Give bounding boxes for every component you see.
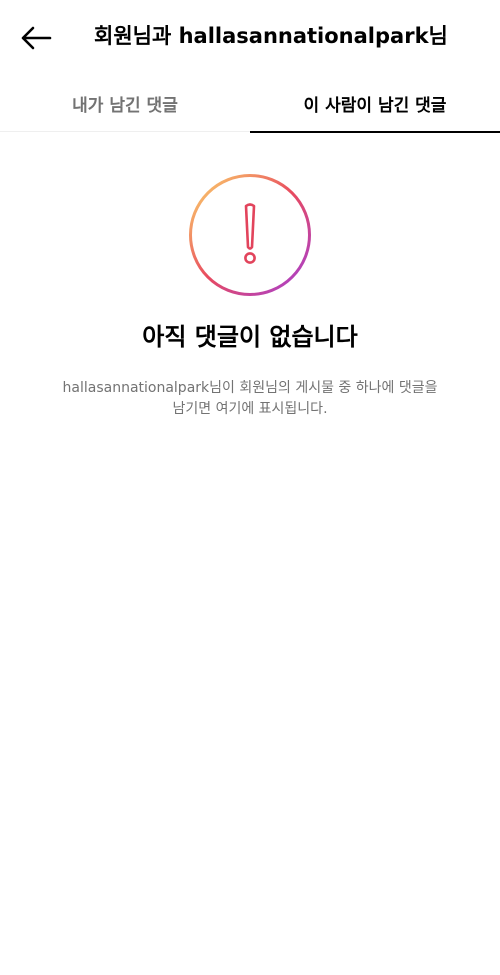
arrow-left-icon: [21, 26, 52, 50]
header: 회원님과 hallasannationalpark님: [0, 0, 500, 74]
tab-bar: 내가 남긴 댓글 이 사람이 남긴 댓글: [0, 74, 500, 133]
comments-screen: 회원님과 hallasannationalpark님 내가 남긴 댓글 이 사람…: [0, 0, 500, 975]
empty-state-description: hallasannationalpark님이 회원님의 게시물 중 하나에 댓글…: [40, 378, 460, 420]
empty-state-description-line: hallasannationalpark님이 회원님의 게시물 중 하나에 댓글…: [62, 380, 438, 396]
page-title: 회원님과 hallasannationalpark님: [94, 24, 448, 48]
tab-my-comments[interactable]: 내가 남긴 댓글: [0, 74, 250, 132]
empty-state-title: 아직 댓글이 없습니다: [142, 323, 358, 351]
tab-their-comments[interactable]: 이 사람이 남긴 댓글: [250, 74, 500, 133]
back-button[interactable]: [14, 20, 58, 56]
empty-state-description-line: 남기면 여기에 표시됩니다.: [172, 401, 328, 417]
alert-circle-icon: [189, 174, 311, 296]
